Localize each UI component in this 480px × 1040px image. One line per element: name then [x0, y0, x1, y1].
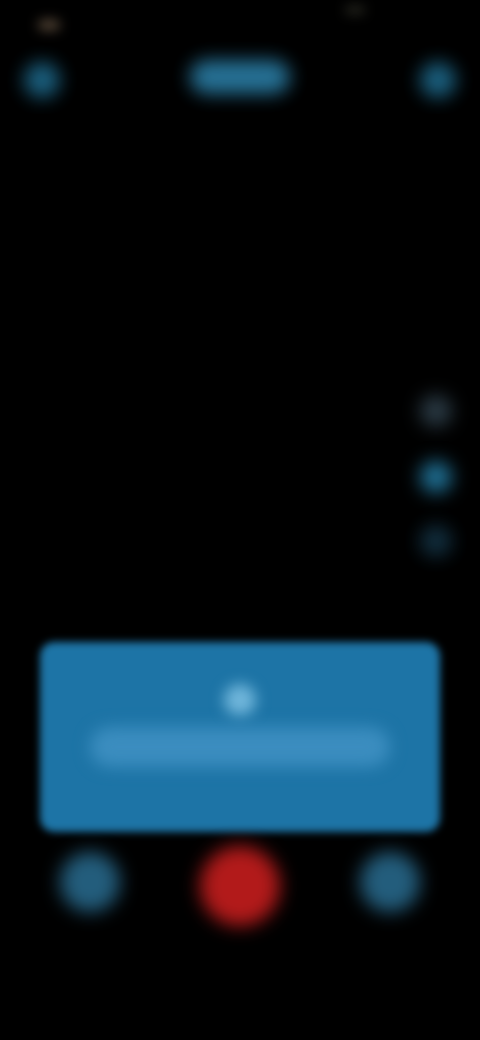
side-controls: [408, 395, 464, 565]
close-icon[interactable]: [24, 62, 60, 98]
record-button[interactable]: [200, 846, 280, 926]
camera-screen: [0, 0, 480, 1040]
prompt-text: [90, 727, 390, 767]
settings-icon[interactable]: [420, 62, 456, 98]
timer-icon[interactable]: [420, 461, 452, 493]
bottom-controls: [0, 840, 480, 930]
status-indicator: [38, 20, 60, 30]
grid-icon[interactable]: [420, 525, 452, 557]
flash-icon[interactable]: [420, 395, 452, 427]
status-bar: [0, 0, 480, 44]
mode-toggle-pill[interactable]: [190, 60, 290, 94]
info-icon: [224, 684, 256, 716]
gallery-icon[interactable]: [60, 852, 120, 912]
flip-camera-icon[interactable]: [360, 852, 420, 912]
top-bar: [0, 44, 480, 114]
status-indicator-right: [345, 6, 365, 14]
